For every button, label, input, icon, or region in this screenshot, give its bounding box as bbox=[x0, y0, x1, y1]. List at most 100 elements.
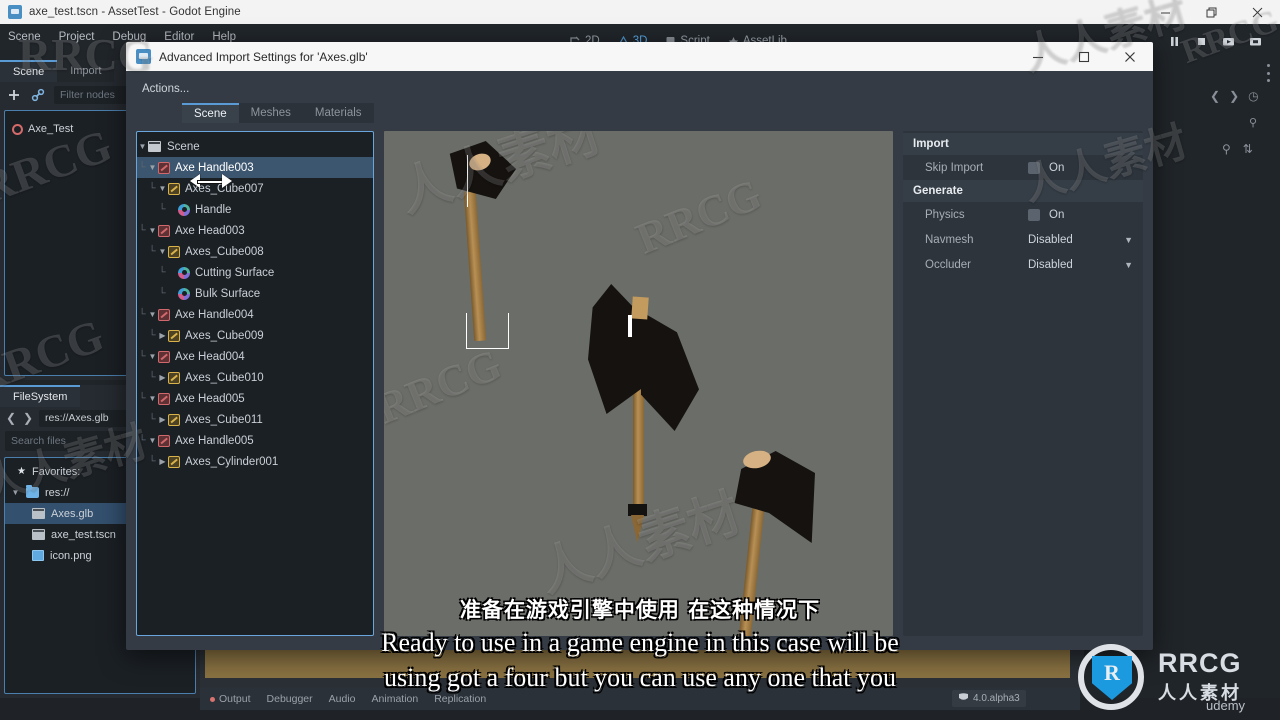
chevron-down-icon[interactable]: ▼ bbox=[1124, 235, 1133, 245]
link-icon[interactable] bbox=[30, 87, 46, 103]
godot-icon bbox=[8, 5, 22, 19]
minimize-button[interactable] bbox=[1142, 0, 1188, 24]
tree-indent-guide: └ bbox=[138, 435, 146, 446]
import-tree-row[interactable]: └ ▶ Axes_Cube010 bbox=[137, 367, 373, 388]
import-tree-row[interactable]: └ ▶ Axes_Cube011 bbox=[137, 409, 373, 430]
bottom-tab-debugger[interactable]: Debugger bbox=[267, 693, 313, 705]
history-back-icon[interactable]: ❮ bbox=[1210, 89, 1220, 103]
restore-icon[interactable] bbox=[1188, 0, 1234, 24]
tab-meshes[interactable]: Meshes bbox=[238, 103, 303, 123]
property-dropdown[interactable]: Disabled ▼ bbox=[1028, 234, 1143, 246]
chevron-left-icon[interactable]: ❮ bbox=[5, 411, 17, 425]
model-preview-viewport[interactable]: RRCG RRCG 人人素材 人人素材 bbox=[384, 131, 893, 636]
tree-caret-icon[interactable]: ▼ bbox=[157, 184, 168, 193]
history-icon[interactable]: ◷ bbox=[1248, 89, 1258, 103]
sort-filter-icon[interactable]: ⇅ bbox=[1243, 142, 1253, 156]
bottom-panel-bar: Output Debugger Audio Animation Replicat… bbox=[200, 688, 1080, 710]
dialog-minimize-button[interactable] bbox=[1015, 42, 1061, 71]
import-tree-row[interactable]: └ Handle bbox=[137, 199, 373, 220]
tree-caret-icon[interactable]: ▼ bbox=[147, 436, 158, 445]
tab-import[interactable]: Import bbox=[57, 60, 115, 82]
tab-filesystem[interactable]: FileSystem bbox=[0, 385, 81, 407]
tree-caret-icon[interactable]: ▶ bbox=[157, 331, 168, 340]
import-tree-row[interactable]: └ ▼ Axe Handle005 bbox=[137, 430, 373, 451]
property-dropdown[interactable]: Disabled ▼ bbox=[1028, 259, 1143, 271]
scene-folder-icon bbox=[148, 141, 161, 152]
dialog-maximize-button[interactable] bbox=[1061, 42, 1107, 71]
play-custom-scene-icon[interactable] bbox=[1249, 35, 1262, 48]
property-value-label: On bbox=[1049, 161, 1065, 174]
tree-caret-icon[interactable]: ▼ bbox=[157, 247, 168, 256]
play-scene-icon[interactable] bbox=[1222, 35, 1235, 48]
bottom-tab-animation[interactable]: Animation bbox=[372, 693, 419, 705]
mesh-node-yellow-icon bbox=[168, 182, 180, 195]
chevron-right-icon[interactable]: ❯ bbox=[22, 411, 34, 425]
import-tree-row[interactable]: ▼ Scene bbox=[137, 136, 373, 157]
property-section-header: Generate bbox=[903, 180, 1143, 202]
version-badge[interactable]: 4.0.alpha3 bbox=[952, 690, 1026, 707]
import-tree-row[interactable]: └ ▶ Axes_Cylinder001 bbox=[137, 451, 373, 472]
tab-materials[interactable]: Materials bbox=[302, 103, 374, 123]
import-tree-row[interactable]: └ ▼ Axe Head005 bbox=[137, 388, 373, 409]
import-tree-row[interactable]: └ ▼ Axe Head004 bbox=[137, 346, 373, 367]
tree-indent-guide: └ bbox=[158, 267, 166, 278]
checkbox-icon[interactable] bbox=[1028, 161, 1040, 174]
bottom-tab-output[interactable]: Output bbox=[210, 693, 251, 705]
tree-caret-icon[interactable]: ▼ bbox=[147, 226, 158, 235]
import-tree-row-label: Axes_Cylinder001 bbox=[185, 455, 279, 468]
search-icon[interactable]: ⚲ bbox=[1222, 142, 1231, 156]
plus-icon[interactable] bbox=[6, 87, 22, 103]
tree-caret-icon[interactable]: ▼ bbox=[147, 310, 158, 319]
tree-caret-icon[interactable]: ▶ bbox=[157, 415, 168, 424]
import-tree-row[interactable]: └ ▼ Axe Handle003 bbox=[137, 157, 373, 178]
surface-icon bbox=[178, 266, 190, 279]
import-tree-row[interactable]: └ Cutting Surface bbox=[137, 262, 373, 283]
dialog-titlebar: Advanced Import Settings for 'Axes.glb' bbox=[126, 42, 1153, 71]
import-properties-panel[interactable]: Import Skip Import On Generate Physics On Navm… bbox=[903, 131, 1143, 636]
import-tree-row[interactable]: └ Bulk Surface bbox=[137, 283, 373, 304]
menu-scene[interactable]: Scene bbox=[8, 31, 41, 43]
tree-caret-icon[interactable]: ▶ bbox=[157, 373, 168, 382]
menu-project[interactable]: Project bbox=[59, 31, 95, 43]
rrcg-logo: RRCG 人人素材 bbox=[1072, 636, 1280, 720]
import-tree-row[interactable]: └ ▼ Axe Head003 bbox=[137, 220, 373, 241]
close-button[interactable] bbox=[1234, 0, 1280, 24]
history-forward-icon[interactable]: ❯ bbox=[1229, 89, 1239, 103]
chevron-down-icon[interactable]: ▼ bbox=[11, 488, 20, 497]
bottom-tab-replication[interactable]: Replication bbox=[434, 693, 486, 705]
import-tree-row-label: Axes_Cube010 bbox=[185, 371, 264, 384]
import-tree-row[interactable]: └ ▼ Axes_Cube007 bbox=[137, 178, 373, 199]
import-tree-row[interactable]: └ ▶ Axes_Cube009 bbox=[137, 325, 373, 346]
tree-indent-guide: └ bbox=[148, 414, 156, 425]
chevron-down-icon[interactable]: ▼ bbox=[1124, 260, 1133, 270]
tree-caret-icon[interactable]: ▼ bbox=[147, 163, 158, 172]
stop-icon[interactable] bbox=[1195, 35, 1208, 48]
tree-caret-icon[interactable]: ▼ bbox=[147, 394, 158, 403]
node3d-red-icon bbox=[158, 350, 170, 363]
dialog-close-button[interactable] bbox=[1107, 42, 1153, 71]
editor-more-menu-icon[interactable] bbox=[1266, 64, 1270, 82]
tab-scene[interactable]: Scene bbox=[0, 60, 58, 82]
import-tree-row[interactable]: └ ▼ Axe Handle004 bbox=[137, 304, 373, 325]
property-value[interactable]: On bbox=[1028, 161, 1143, 174]
property-row: Occluder Disabled ▼ bbox=[903, 252, 1143, 277]
tree-caret-icon[interactable]: ▼ bbox=[147, 352, 158, 361]
import-tree-row-label: Axe Head004 bbox=[175, 350, 245, 363]
checkbox-icon[interactable] bbox=[1028, 208, 1040, 221]
property-value[interactable]: On bbox=[1028, 208, 1143, 221]
open-docs-icon[interactable]: ⚲ bbox=[1249, 116, 1257, 129]
surface-icon bbox=[178, 287, 190, 300]
property-label: Skip Import bbox=[925, 161, 984, 174]
property-value-label: Disabled bbox=[1028, 233, 1073, 246]
node3d-red-icon bbox=[158, 224, 170, 237]
tree-caret-icon[interactable]: ▶ bbox=[157, 457, 168, 466]
import-scene-tree[interactable]: ▼ Scene └ ▼ Axe Handle003 └ ▼ Axes_Cube007 └ Hand… bbox=[136, 131, 374, 636]
mesh-node-yellow-icon bbox=[168, 371, 180, 384]
actions-button[interactable]: Actions... bbox=[142, 83, 189, 95]
tab-scene[interactable]: Scene bbox=[182, 103, 239, 123]
pause-icon[interactable] bbox=[1168, 35, 1181, 48]
window-title: axe_test.tscn - AssetTest - Godot Engine bbox=[29, 6, 241, 18]
tree-caret-icon[interactable]: ▼ bbox=[137, 142, 148, 151]
bottom-tab-audio[interactable]: Audio bbox=[329, 693, 356, 705]
import-tree-row[interactable]: └ ▼ Axes_Cube008 bbox=[137, 241, 373, 262]
